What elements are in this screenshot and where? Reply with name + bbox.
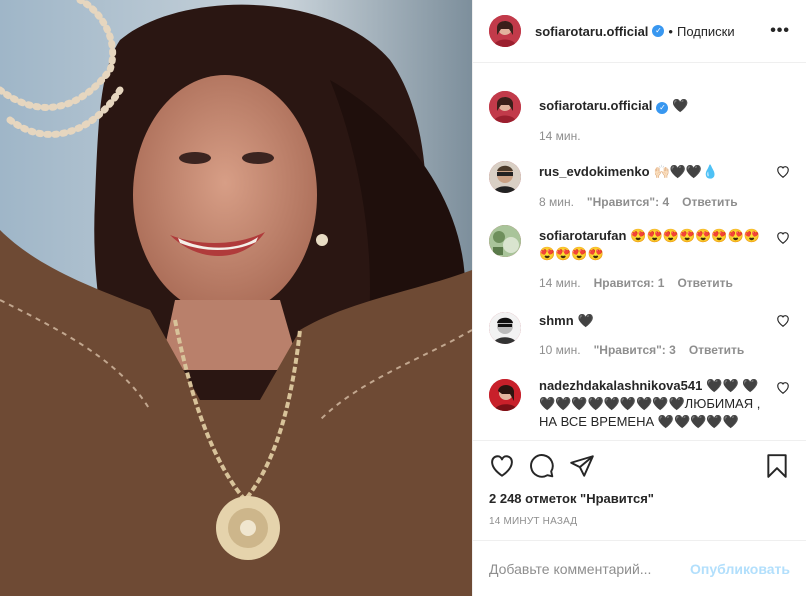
- publish-button[interactable]: Опубликовать: [690, 561, 790, 577]
- verified-badge-icon: ✓: [656, 102, 669, 114]
- comment-like-heart-icon[interactable]: [776, 231, 790, 245]
- more-horizontal-icon[interactable]: •••: [770, 22, 790, 40]
- comment-like-heart-icon[interactable]: [776, 314, 790, 328]
- avatar[interactable]: [489, 225, 521, 257]
- bookmark-icon[interactable]: [764, 453, 790, 479]
- avatar[interactable]: [489, 91, 521, 123]
- post-header: sofiarotaru.official ✓ • Подписки •••: [473, 0, 806, 63]
- comment-time[interactable]: 10 мин.: [539, 343, 581, 357]
- following-button[interactable]: Подписки: [677, 24, 735, 39]
- reply-button[interactable]: Ответить: [689, 343, 744, 357]
- comment-like-heart-icon[interactable]: [776, 381, 790, 395]
- comment-username[interactable]: shmn: [539, 313, 574, 328]
- reply-button[interactable]: Ответить: [677, 276, 732, 290]
- comment-like-heart-icon[interactable]: [776, 165, 790, 179]
- paper-plane-icon[interactable]: [569, 453, 595, 479]
- post-timestamp[interactable]: 14 МИНУТ НАЗАД: [473, 512, 806, 540]
- comment-item: shmn 🖤 10 мин. "Нравится": 3 Ответить: [489, 312, 790, 357]
- caption-username[interactable]: sofiarotaru.official: [539, 98, 652, 113]
- add-comment-bar: Добавьте комментарий... Опубликовать: [473, 540, 806, 596]
- comment-username[interactable]: sofiarotarufan: [539, 228, 626, 243]
- avatar[interactable]: [489, 379, 521, 411]
- comments-list[interactable]: sofiarotaru.official ✓ 🖤 14 мин. rus_evdok…: [473, 63, 806, 440]
- avatar[interactable]: [489, 312, 521, 344]
- comment-input[interactable]: Добавьте комментарий...: [489, 561, 690, 577]
- caption-time[interactable]: 14 мин.: [539, 129, 581, 143]
- action-bar: [473, 440, 806, 490]
- comment-username[interactable]: rus_evdokimenko: [539, 164, 650, 179]
- comment-username[interactable]: nadezhdakalashnikova541: [539, 378, 702, 393]
- avatar[interactable]: [489, 15, 521, 47]
- heart-icon[interactable]: [489, 453, 515, 479]
- comment-likes[interactable]: "Нравится": 3: [594, 343, 676, 357]
- header-username[interactable]: sofiarotaru.official: [535, 24, 648, 39]
- comment-time[interactable]: 14 мин.: [539, 276, 581, 290]
- comment-time[interactable]: 8 мин.: [539, 195, 574, 209]
- caption-text: 🖤: [672, 98, 689, 113]
- comment-likes[interactable]: Нравится: 1: [594, 276, 665, 290]
- comment-text: 🙌🏻🖤🖤💧: [653, 164, 719, 179]
- comment-item: nadezhdakalashnikova541 🖤🖤 🖤🖤🖤🖤🖤🖤🖤🖤🖤🖤ЛЮБИ…: [489, 378, 790, 431]
- likes-count[interactable]: 2 248 отметок "Нравится": [473, 490, 806, 512]
- verified-badge-icon: ✓: [652, 25, 665, 37]
- comment-icon[interactable]: [529, 453, 555, 479]
- comment-text: 🖤: [577, 313, 594, 328]
- caption: sofiarotaru.official ✓ 🖤 14 мин.: [489, 91, 790, 143]
- comment-likes[interactable]: "Нравится": 4: [587, 195, 669, 209]
- comment-item: rus_evdokimenko 🙌🏻🖤🖤💧 8 мин. "Нравится": …: [489, 161, 790, 209]
- avatar[interactable]: [489, 161, 521, 193]
- post-image: [0, 0, 472, 596]
- header-separator: •: [668, 23, 673, 39]
- reply-button[interactable]: Ответить: [682, 195, 737, 209]
- post-photo[interactable]: [0, 0, 472, 596]
- comment-item: sofiarotarufan 😍😍😍😍😍😍😍😍😍😍😍😍 14 мин. Нрави…: [489, 225, 790, 290]
- post-side-panel: sofiarotaru.official ✓ • Подписки ••• so…: [472, 0, 806, 596]
